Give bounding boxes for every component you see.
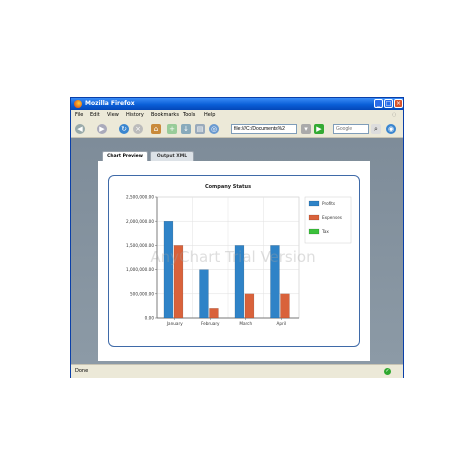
x-tick-label: February bbox=[201, 321, 220, 326]
home-icon[interactable]: ⌂ bbox=[151, 124, 161, 134]
forward-icon[interactable]: ▶ bbox=[97, 124, 107, 134]
menu-file[interactable]: File bbox=[75, 111, 83, 120]
page-content: Chart Preview Output XML Company Status 0… bbox=[71, 138, 403, 364]
address-input[interactable] bbox=[231, 124, 297, 134]
legend-swatch bbox=[308, 214, 320, 221]
chart-panel: Company Status 0.00 500,000.00 1,000,000.00… bbox=[98, 161, 370, 361]
go-icon[interactable]: ▶ bbox=[314, 124, 324, 134]
y-tick-label: 2,500,000.00 bbox=[126, 195, 154, 200]
bar-profits bbox=[163, 221, 174, 319]
bar-expenses bbox=[244, 293, 255, 319]
bookmark-icon[interactable]: + bbox=[167, 124, 177, 134]
x-tick-label: March bbox=[239, 321, 252, 326]
globe-icon[interactable]: ◎ bbox=[209, 124, 219, 134]
window-title: Mozilla Firefox bbox=[85, 100, 135, 107]
close-button[interactable]: × bbox=[394, 99, 403, 108]
trial-watermark: AnyChart Trial Version bbox=[150, 248, 315, 266]
download-icon[interactable]: ↓ bbox=[181, 124, 191, 134]
browser-window: Mozilla Firefox _ □ × File Edit View His… bbox=[70, 97, 404, 378]
legend-swatch bbox=[308, 228, 320, 235]
bar-profits bbox=[199, 269, 209, 319]
reload-icon[interactable]: ↻ bbox=[119, 124, 129, 134]
chart-title: Company Status bbox=[205, 184, 251, 190]
tab-output-xml[interactable]: Output XML bbox=[150, 151, 194, 161]
title-bar[interactable]: Mozilla Firefox _ □ × bbox=[71, 98, 403, 110]
legend-label: Expenses bbox=[322, 215, 342, 220]
status-bar: Done ✓ bbox=[71, 364, 403, 378]
menu-tools[interactable]: Tools bbox=[183, 111, 195, 120]
x-tick-label: April bbox=[276, 321, 286, 326]
menu-view[interactable]: View bbox=[107, 111, 119, 120]
stop-icon[interactable]: × bbox=[133, 124, 143, 134]
bar-expenses bbox=[209, 308, 219, 319]
url-dropdown-icon[interactable]: ▾ bbox=[301, 124, 311, 134]
search-icon[interactable]: ⌕ bbox=[371, 124, 381, 134]
search-input[interactable] bbox=[333, 124, 369, 134]
firefox-icon bbox=[74, 100, 82, 108]
y-tick-label: 0.00 bbox=[145, 316, 155, 321]
minimize-button[interactable]: _ bbox=[374, 99, 383, 108]
bar-chart: Company Status 0.00 500,000.00 1,000,000.00… bbox=[126, 184, 352, 326]
tab-chart-preview[interactable]: Chart Preview bbox=[102, 151, 148, 161]
throbber-icon: ◌ bbox=[392, 112, 397, 118]
y-tick-label: 1,000,000.00 bbox=[126, 267, 154, 272]
y-tick-label: 500,000.00 bbox=[130, 291, 154, 296]
chart-frame: Company Status 0.00 500,000.00 1,000,000.00… bbox=[108, 175, 360, 347]
addon-icon[interactable]: ◉ bbox=[386, 124, 396, 134]
legend-label: Tax bbox=[321, 229, 329, 234]
maximize-button[interactable]: □ bbox=[384, 99, 393, 108]
legend-label: Profits bbox=[322, 201, 335, 206]
y-tick-label: 2,000,000.00 bbox=[126, 219, 154, 224]
check-icon: ✓ bbox=[384, 368, 391, 375]
x-tick-label: January bbox=[166, 321, 183, 326]
status-text: Done bbox=[75, 368, 89, 374]
menu-help[interactable]: Help bbox=[204, 111, 215, 120]
bar-expenses bbox=[280, 293, 290, 319]
navigation-toolbar: ◀ ▶ ↻ × ⌂ + ↓ ▤ ◎ ▾ ▶ ⌕ ◉ bbox=[71, 121, 403, 138]
legend-swatch bbox=[308, 200, 320, 207]
print-icon[interactable]: ▤ bbox=[195, 124, 205, 134]
menu-edit[interactable]: Edit bbox=[90, 111, 100, 120]
menu-bookmarks[interactable]: Bookmarks bbox=[151, 111, 179, 120]
back-icon[interactable]: ◀ bbox=[75, 124, 85, 134]
menu-history[interactable]: History bbox=[126, 111, 144, 120]
